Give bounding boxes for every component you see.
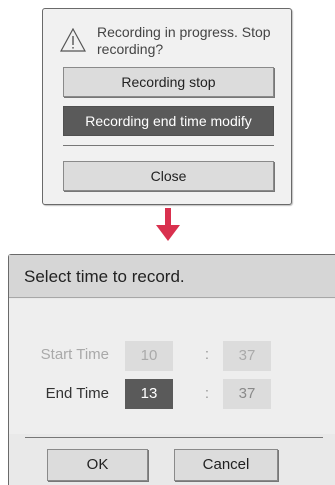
start-time-colon: : [204, 346, 210, 363]
start-hour-field[interactable]: 10 [125, 341, 173, 371]
select-time-dialog: Select time to record. Start Time 10 : 3… [8, 254, 335, 485]
start-minute-field[interactable]: 37 [223, 341, 271, 371]
dialog-title: Select time to record. [9, 255, 335, 298]
recording-stop-button[interactable]: Recording stop [63, 67, 274, 97]
ok-button[interactable]: OK [47, 449, 148, 481]
end-minute-field[interactable]: 37 [223, 379, 271, 409]
end-time-label: End Time [45, 385, 109, 402]
end-time-colon: : [204, 385, 210, 402]
arrow-down-icon [156, 208, 180, 241]
warning-icon [60, 28, 86, 52]
cancel-button[interactable]: Cancel [174, 449, 278, 481]
recording-stop-dialog: Recording in progress. Stop recording? R… [42, 8, 292, 205]
start-time-label: Start Time [40, 346, 109, 363]
divider [63, 145, 274, 146]
end-hour-field[interactable]: 13 [125, 379, 173, 409]
dialog-message: Recording in progress. Stop recording? [97, 24, 271, 57]
close-button[interactable]: Close [63, 161, 274, 191]
divider [25, 437, 323, 438]
recording-end-time-modify-button[interactable]: Recording end time modify [63, 106, 274, 136]
